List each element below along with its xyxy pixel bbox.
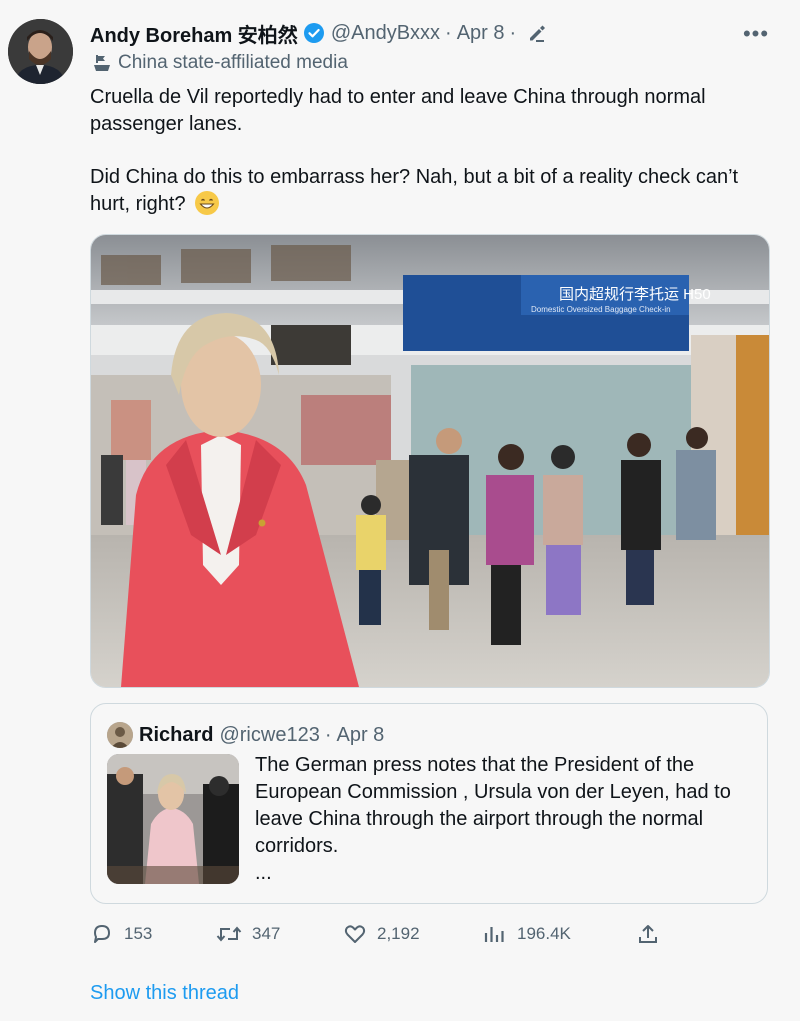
retweet-button[interactable]: 347 [216, 920, 280, 948]
share-button[interactable] [636, 920, 670, 948]
checkin-sign-text: 国内超规行李托运 H50 [559, 286, 711, 303]
separator-dot: · [324, 723, 332, 746]
retweet-icon [216, 926, 242, 942]
quote-handle[interactable]: @ricwe123 [219, 724, 319, 747]
quote-header: Richard @ricwe123 · Apr 8 [107, 722, 384, 748]
edit-icon[interactable] [527, 23, 547, 43]
separator-dot: · [509, 21, 517, 44]
tweet-paragraph: Cruella de Vil reportedly had to enter a… [90, 86, 706, 135]
tweet-photo[interactable]: 国内超规行李托运 H50 Domestic Oversized Baggage … [90, 234, 770, 688]
grin-emoji-icon [195, 191, 220, 215]
separator-dot: · [445, 21, 452, 44]
tweet-text: Cruella de Vil reportedly had to enter a… [90, 84, 780, 244]
author-name[interactable]: Andy Boreham 安柏然 [90, 19, 298, 48]
quote-date[interactable]: Apr 8 [336, 724, 384, 747]
quote-thumbnail[interactable] [107, 754, 239, 884]
reply-count: 153 [124, 924, 153, 943]
author-avatar[interactable] [8, 19, 73, 84]
tweet-header: Andy Boreham 安柏然 @AndyBxxx · Apr 8 · [90, 19, 547, 47]
author-handle[interactable]: @AndyBxxx [331, 22, 440, 45]
share-icon [639, 925, 657, 943]
show-thread-link[interactable]: Show this thread [90, 982, 239, 1005]
quote-body: The German press notes that the Presiden… [255, 754, 731, 857]
reply-button[interactable]: 153 [90, 920, 152, 948]
tweet-paragraph-text: Did China do this to embarrass her? Nah,… [90, 166, 739, 215]
state-affiliation-label[interactable]: China state-affiliated media [92, 52, 348, 74]
state-media-icon [94, 55, 110, 71]
more-icon[interactable]: ••• [743, 21, 768, 46]
like-button[interactable]: 2,192 [343, 920, 420, 948]
views-count: 196.4K [517, 924, 571, 943]
tweet-date[interactable]: Apr 8 [457, 22, 505, 45]
tweet-paragraph: Did China do this to embarrass her? Nah,… [90, 164, 780, 218]
quote-ellipsis: ... [255, 862, 272, 884]
affiliation-text: China state-affiliated media [118, 52, 348, 73]
retweet-count: 347 [252, 924, 281, 943]
reply-icon [94, 925, 110, 943]
like-icon [344, 925, 366, 943]
checkin-sign-subtitle: Domestic Oversized Baggage Check-in [531, 305, 671, 314]
action-bar: 153 347 2,192 196.4K [90, 920, 690, 948]
like-count: 2,192 [377, 924, 420, 943]
views-button[interactable]: 196.4K [483, 920, 571, 948]
verified-badge-icon[interactable] [303, 22, 325, 44]
quote-text: The German press notes that the Presiden… [255, 752, 755, 887]
quote-author-name[interactable]: Richard [139, 724, 213, 747]
views-icon [484, 927, 504, 942]
quote-avatar[interactable] [107, 722, 133, 748]
quoted-tweet[interactable]: Richard @ricwe123 · Apr 8 The German pre… [90, 703, 768, 904]
